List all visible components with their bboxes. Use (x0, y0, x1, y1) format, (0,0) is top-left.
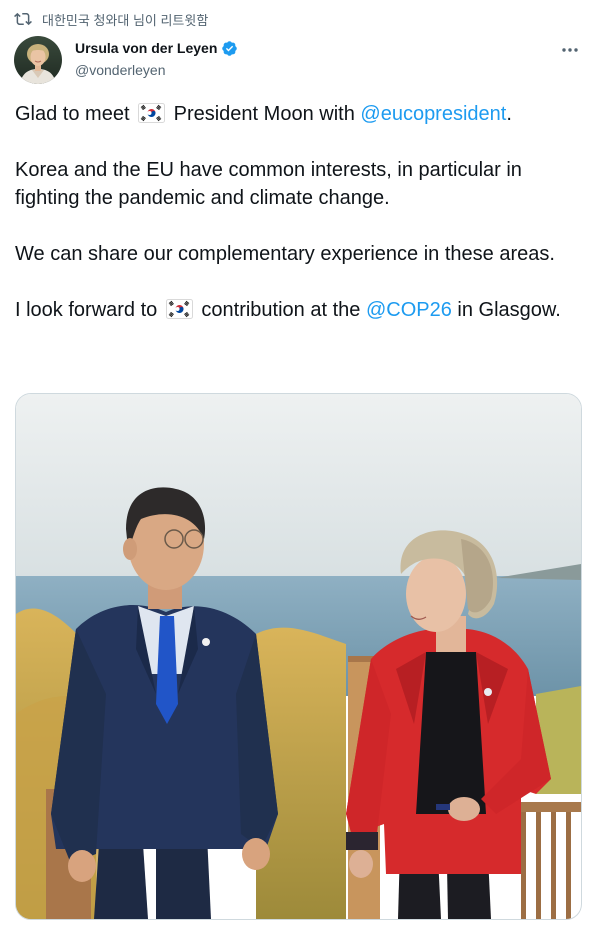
tweet-photo[interactable] (15, 393, 582, 920)
author-handle[interactable]: @vonderleyen (75, 61, 238, 79)
tweet-paragraph-2: Korea and the EU have common interests, … (15, 159, 522, 209)
tweet-text: Glad to meet President Moon with @eucopr… (15, 100, 585, 352)
tweet-paragraph-4: I look forward to contribution at the @C… (15, 299, 561, 321)
photo-image (16, 394, 581, 919)
retweet-icon (14, 10, 32, 28)
mention-eucopresident-link[interactable]: @eucopresident (360, 103, 506, 125)
avatar[interactable] (14, 36, 62, 84)
retweet-context-label: 대한민국 청와대 님이 리트윗함 (42, 12, 209, 28)
south-korea-flag-icon (165, 299, 193, 319)
tweet[interactable]: 대한민국 청와대 님이 리트윗함 Ursula von der Leyen @v… (0, 0, 600, 928)
mention-cop26-link[interactable]: @COP26 (366, 299, 452, 321)
tweet-paragraph-1: Glad to meet President Moon with @eucopr… (15, 103, 512, 125)
retweet-context[interactable]: 대한민국 청와대 님이 리트윗함 (14, 8, 208, 30)
author-name[interactable]: Ursula von der Leyen (75, 39, 217, 57)
author-info[interactable]: Ursula von der Leyen @vonderleyen (75, 39, 238, 79)
verified-badge-icon (221, 40, 238, 57)
tweet-paragraph-3: We can share our complementary experienc… (15, 243, 555, 265)
south-korea-flag-icon (138, 103, 166, 123)
more-options-button[interactable] (560, 40, 580, 60)
ellipsis-icon (562, 48, 578, 52)
